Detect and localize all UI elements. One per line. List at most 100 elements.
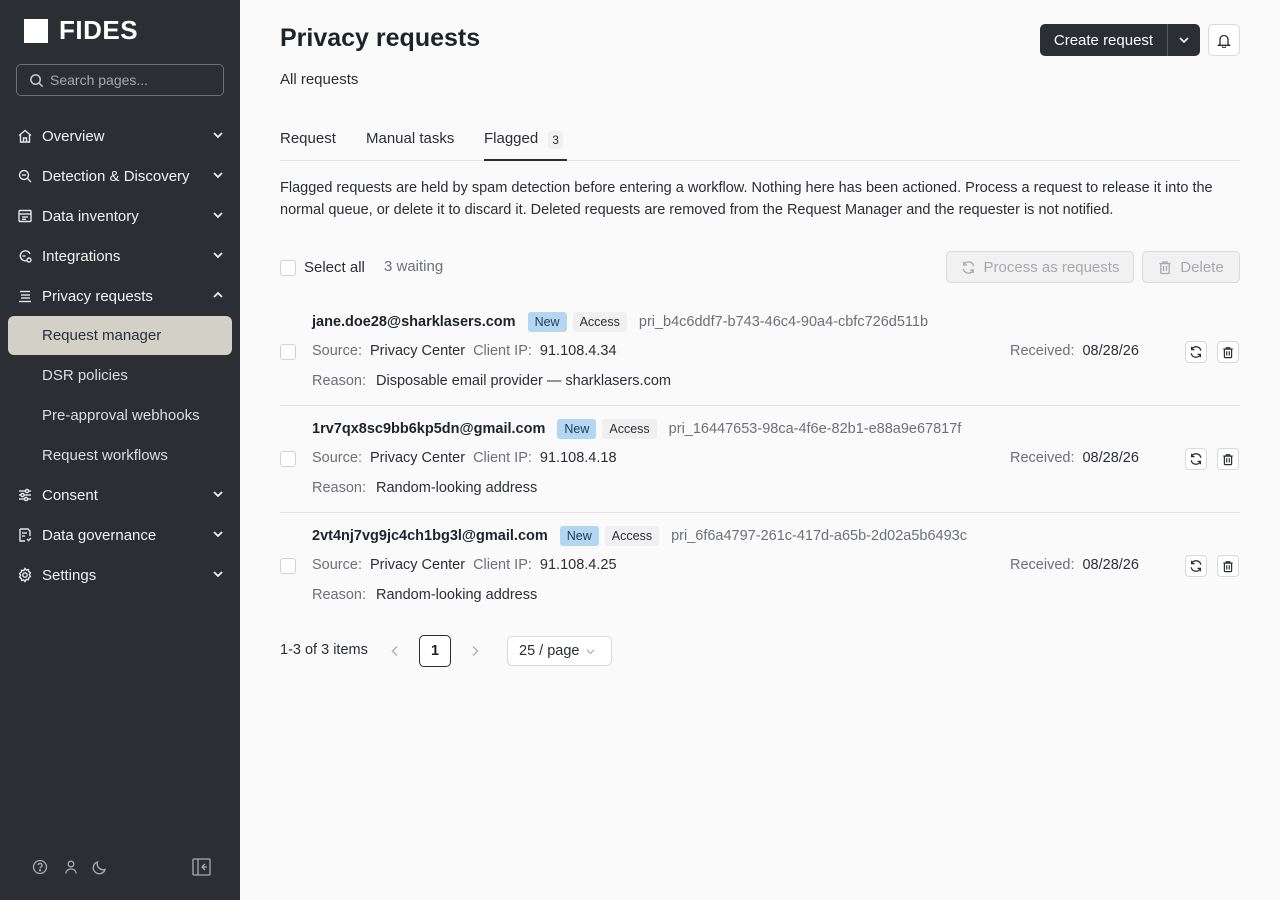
user-icon[interactable] — [63, 859, 79, 875]
page-number-current[interactable]: 1 — [419, 635, 451, 667]
chevron-right-icon[interactable] — [468, 643, 482, 659]
trash-icon — [1223, 346, 1233, 358]
collapse-sidebar-icon[interactable] — [192, 858, 211, 876]
home-icon — [18, 129, 32, 143]
sidebar-item-label: Overview — [42, 127, 105, 145]
chevron-down-icon — [213, 491, 223, 498]
create-request-dropdown[interactable] — [1168, 24, 1200, 56]
received-label: Received: — [1010, 450, 1075, 466]
sidebar-item-integrations[interactable]: Integrations — [0, 236, 240, 276]
refresh-icon — [1190, 453, 1202, 465]
refresh-icon — [1190, 560, 1202, 572]
refresh-icon — [1190, 346, 1202, 358]
page-size-select[interactable]: 25 / page — [507, 636, 612, 666]
chevron-down-icon — [213, 132, 223, 139]
sidebar-subitem-pre-approval-webhooks[interactable]: Pre-approval webhooks — [0, 395, 240, 435]
request-type-tag: Access — [572, 312, 627, 332]
flagged-description: Flagged requests are held by spam detect… — [280, 180, 1213, 218]
refresh-icon — [962, 260, 974, 274]
page-title: Privacy requests — [280, 24, 481, 52]
sidebar-item-overview[interactable]: Overview — [0, 116, 240, 156]
process-request-button[interactable] — [1185, 555, 1207, 577]
process-request-button[interactable] — [1185, 448, 1207, 470]
search-box[interactable] — [16, 64, 224, 96]
sidebar: FIDES Overview Detection & Discovery Dat… — [0, 0, 240, 900]
logo-text: FIDES — [59, 15, 139, 45]
sidebar-item-settings[interactable]: Settings — [0, 555, 240, 595]
row-checkbox[interactable] — [280, 558, 296, 574]
request-type-tag: Access — [602, 419, 657, 439]
request-email: 2vt4nj7vg9jc4ch1bg3l@gmail.com — [312, 528, 548, 544]
sidebar-item-consent[interactable]: Consent — [0, 475, 240, 515]
chevron-left-icon[interactable] — [388, 643, 402, 659]
chevron-down-icon — [213, 172, 223, 179]
process-request-button[interactable] — [1185, 341, 1207, 363]
client-ip-label: Client IP: — [473, 450, 532, 466]
row-checkbox[interactable] — [280, 344, 296, 360]
chevron-up-icon — [213, 291, 223, 298]
sidebar-item-data-governance[interactable]: Data governance — [0, 515, 240, 555]
chevron-down-icon — [586, 648, 596, 654]
reason-label: Reason: — [312, 587, 367, 603]
trash-icon — [1159, 260, 1171, 274]
received-label: Received: — [1010, 557, 1075, 573]
tab-flagged[interactable]: Flagged 3 — [484, 120, 567, 161]
integrations-icon — [19, 250, 32, 263]
request-email: jane.doe28@sharklasers.com — [312, 314, 516, 330]
process-as-requests-button[interactable]: Process as requests — [946, 251, 1134, 283]
trash-icon — [1223, 453, 1233, 465]
row-checkbox[interactable] — [280, 451, 296, 467]
client-ip-label: Client IP: — [473, 557, 532, 573]
reason-value: Random-looking address — [376, 587, 538, 603]
client-ip-value: 91.108.4.25 — [539, 557, 617, 573]
bell-icon — [1217, 34, 1231, 48]
flagged-count-badge: 3 — [548, 131, 563, 149]
select-all-checkbox[interactable] — [280, 259, 296, 276]
request-row: 2vt4nj7vg9jc4ch1bg3l@gmail.com New Acces… — [280, 513, 1240, 620]
sidebar-item-data-inventory[interactable]: Data inventory — [0, 196, 240, 236]
delete-request-button[interactable] — [1217, 341, 1239, 363]
sidebar-item-detection[interactable]: Detection & Discovery — [0, 156, 240, 196]
delete-label: Delete — [1180, 258, 1224, 276]
consent-icon — [19, 488, 31, 502]
delete-request-button[interactable] — [1217, 448, 1239, 470]
select-all-label: Select all — [304, 259, 365, 276]
received-label: Received: — [1010, 343, 1075, 359]
reason-label: Reason: — [312, 373, 367, 389]
client-ip-value: 91.108.4.34 — [539, 343, 617, 359]
sidebar-item-label: Data inventory — [42, 207, 139, 225]
sidebar-item-privacy-requests[interactable]: Privacy requests — [0, 276, 240, 316]
sidebar-item-label: Data governance — [42, 526, 157, 544]
tabs: Request Manual tasks Flagged 3 — [280, 120, 1240, 161]
delete-button[interactable]: Delete — [1142, 251, 1240, 283]
sidebar-nav: Overview Detection & Discovery Data inve… — [0, 116, 240, 595]
search-input[interactable] — [50, 72, 220, 88]
reason-value: Random-looking address — [376, 480, 538, 496]
moon-icon[interactable] — [92, 859, 108, 875]
sidebar-item-label: Integrations — [42, 247, 121, 265]
sidebar-footer — [0, 852, 240, 884]
help-icon[interactable] — [32, 859, 48, 875]
request-row: 1rv7qx8sc9bb6kp5dn@gmail.com New Access … — [280, 406, 1240, 513]
sidebar-subitem-request-manager[interactable]: Request manager — [8, 316, 232, 355]
status-badge: New — [559, 526, 599, 546]
notifications-button[interactable] — [1208, 24, 1240, 56]
sidebar-item-label: Consent — [42, 486, 98, 504]
create-request-button-group: Create request — [1040, 24, 1200, 56]
inventory-icon — [18, 209, 32, 223]
request-row: jane.doe28@sharklasers.com New Access pr… — [280, 299, 1240, 406]
select-all[interactable]: Select all — [280, 259, 365, 276]
tab-manual-tasks[interactable]: Manual tasks — [366, 120, 454, 161]
chevron-down-icon — [213, 212, 223, 219]
sidebar-subitem-dsr-policies[interactable]: DSR policies — [0, 355, 240, 395]
page-subtitle: All requests — [280, 71, 359, 88]
tab-label: Request — [280, 130, 336, 147]
create-request-button[interactable]: Create request — [1040, 24, 1168, 56]
page-size-value: 25 / page — [519, 643, 580, 659]
reason-label: Reason: — [312, 480, 367, 496]
logo[interactable]: FIDES — [24, 15, 138, 46]
delete-request-button[interactable] — [1217, 555, 1239, 577]
source-label: Source: — [312, 450, 362, 466]
sidebar-subitem-request-workflows[interactable]: Request workflows — [0, 435, 240, 475]
tab-request[interactable]: Request — [280, 120, 336, 161]
